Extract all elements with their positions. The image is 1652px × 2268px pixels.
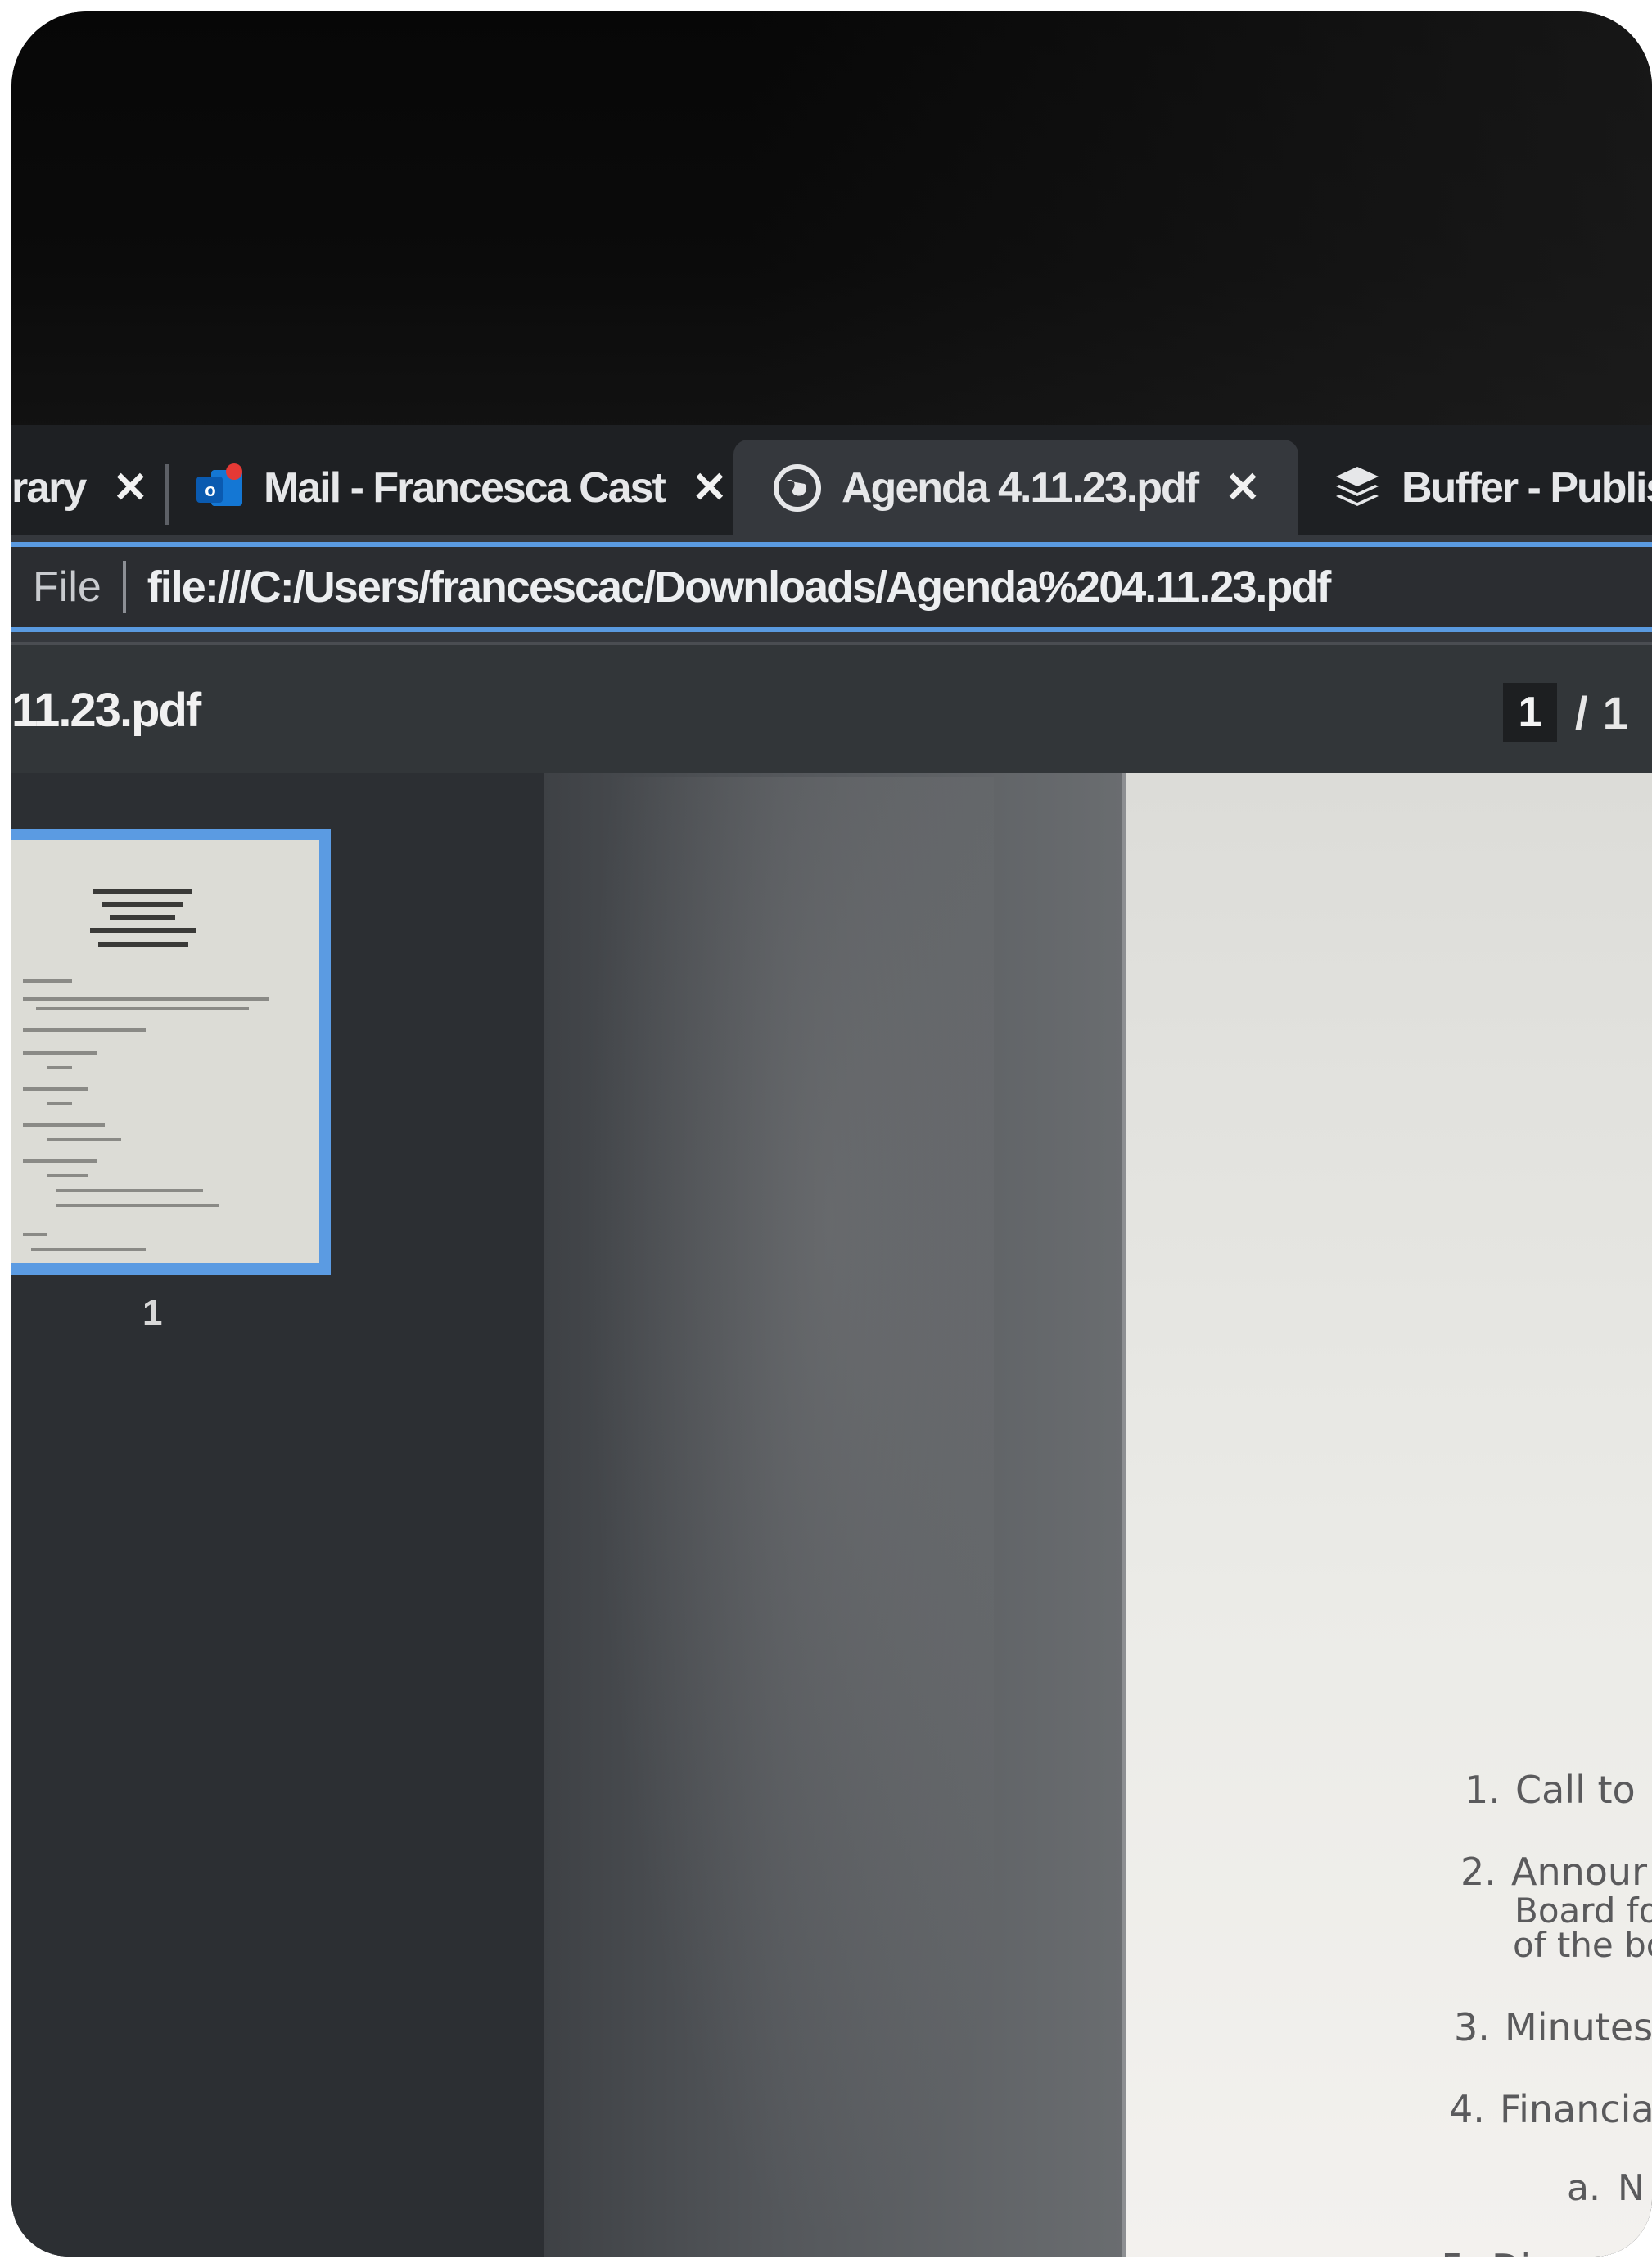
- address-divider: [122, 561, 126, 613]
- thumbnail-sidebar: 1: [11, 773, 544, 2257]
- svg-text:o: o: [205, 480, 215, 500]
- thumbnail-line: [31, 1248, 146, 1251]
- browser-toolbar: File file:///C:/Users/francescac/Downloa…: [11, 535, 1652, 642]
- page-number-input[interactable]: 1: [1503, 683, 1557, 742]
- screen-glare: [585, 777, 994, 2251]
- thumbnail-line: [56, 1204, 219, 1207]
- thumbnail-line: [47, 1066, 72, 1069]
- thumbnail-line: [110, 915, 175, 920]
- thumbnail-line: [23, 979, 72, 983]
- page-total: 1: [1602, 686, 1628, 739]
- thumbnail-line: [56, 1189, 203, 1192]
- thumbnail-line: [93, 889, 192, 894]
- close-icon[interactable]: ✕: [1219, 464, 1265, 512]
- close-icon[interactable]: ✕: [106, 464, 152, 512]
- thumbnail-line: [23, 1159, 97, 1163]
- photo-frame: rary ✕ o Mail - Francesca Cast ✕ Agenda …: [11, 11, 1652, 2257]
- globe-icon: [771, 462, 824, 514]
- tab-title: rary: [11, 463, 87, 512]
- page-thumbnail[interactable]: [11, 829, 331, 1275]
- tab-title: Mail - Francesca Cast: [264, 463, 666, 512]
- close-icon[interactable]: ✕: [686, 464, 732, 512]
- address-scheme-label: File: [33, 563, 102, 611]
- tab-agenda-pdf[interactable]: Agenda 4.11.23.pdf ✕: [733, 440, 1298, 535]
- agenda-item: 3. Minutes: [1454, 2005, 1652, 2049]
- agenda-sub-item: a. N: [1567, 2167, 1645, 2209]
- buffer-icon: [1331, 462, 1383, 514]
- agenda-item-continuation: of the bo: [1513, 1925, 1652, 1965]
- thumbnail-line: [23, 1233, 47, 1236]
- tab-library[interactable]: rary ✕: [11, 440, 152, 535]
- page-separator: /: [1575, 686, 1588, 739]
- thumbnail-page-number: 1: [142, 1293, 163, 1333]
- tab-title: Buffer - Publish: [1401, 463, 1652, 512]
- page-selector: 1 / 1: [1503, 683, 1628, 742]
- pdf-file-title: 11.23.pdf: [11, 684, 201, 737]
- tab-separator: [165, 464, 169, 525]
- tab-strip: rary ✕ o Mail - Francesca Cast ✕ Agenda …: [11, 425, 1652, 535]
- thumbnail-line: [47, 1138, 121, 1141]
- thumbnail-line: [23, 1123, 105, 1127]
- thumbnail-line: [102, 902, 183, 907]
- agenda-item: 2. Annour: [1460, 1850, 1647, 1894]
- agenda-item: 5.Discus: [1441, 2246, 1615, 2257]
- thumbnail-line: [90, 928, 196, 933]
- thumbnail-line: [47, 1102, 72, 1105]
- bezel-shade: [748, 11, 1652, 437]
- tab-title: Agenda 4.11.23.pdf: [842, 463, 1199, 512]
- thumbnail-line: [23, 1028, 146, 1032]
- thumbnail-line: [36, 1007, 249, 1010]
- pdf-toolbar: 11.23.pdf 1 / 1: [11, 642, 1652, 773]
- thumbnail-line: [23, 1087, 88, 1091]
- thumbnail-line: [98, 942, 188, 947]
- outlook-icon: o: [193, 462, 246, 514]
- tab-mail[interactable]: o Mail - Francesca Cast ✕: [193, 440, 732, 535]
- agenda-item: 1. Call to: [1465, 1768, 1636, 1812]
- browser-window: rary ✕ o Mail - Francesca Cast ✕ Agenda …: [11, 425, 1652, 2257]
- thumbnail-line: [23, 997, 269, 1001]
- tab-buffer[interactable]: Buffer - Publish: [1331, 440, 1652, 535]
- address-bar[interactable]: File file:///C:/Users/francescac/Downloa…: [11, 542, 1652, 632]
- thumbnail-line: [47, 1174, 88, 1177]
- agenda-item: 4. Financia: [1449, 2087, 1652, 2131]
- address-url[interactable]: file:///C:/Users/francescac/Downloads/Ag…: [147, 562, 1332, 612]
- thumbnail-line: [23, 1051, 97, 1055]
